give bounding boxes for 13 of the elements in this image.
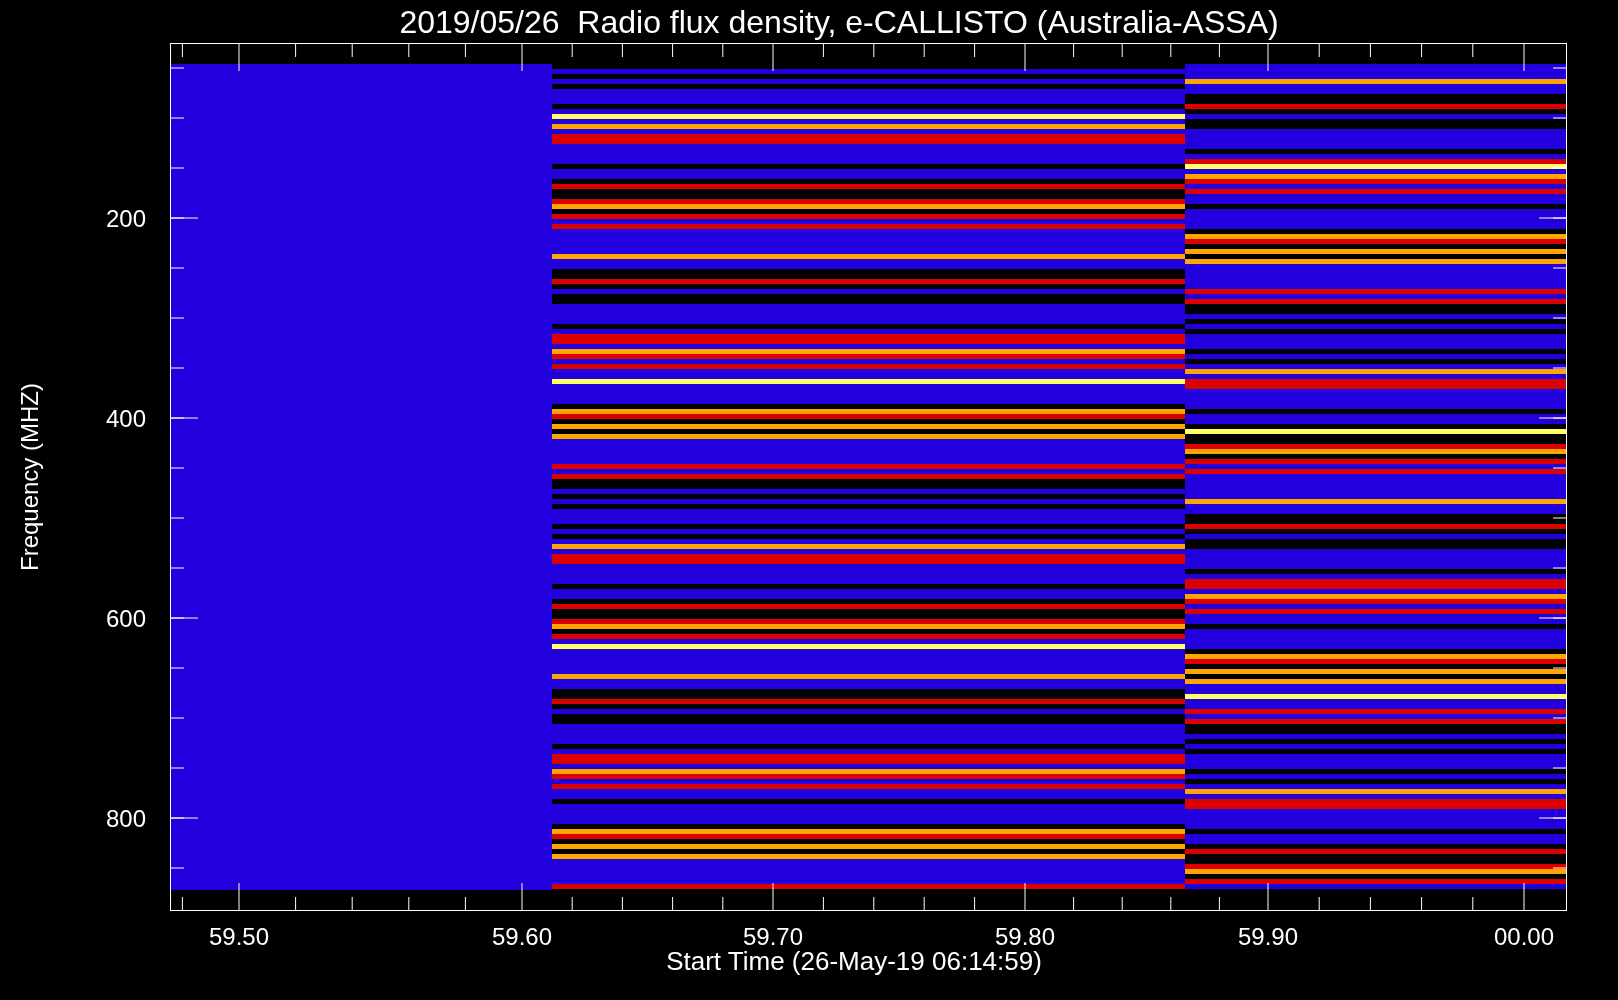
x-tick-label: 59.70 (742, 923, 804, 948)
y-tick-label: 200 (105, 205, 146, 232)
x-tick-label: 00.00 (1493, 923, 1555, 948)
y-axis-title: Frequency (MHZ) (15, 383, 44, 571)
x-tick-label: 59.60 (491, 923, 553, 948)
x-tick-label: 59.50 (208, 923, 270, 948)
x-tick-label: 59.80 (994, 923, 1056, 948)
y-tick-label: 800 (105, 805, 146, 832)
chart-title: 2019/05/26 Radio flux density, e-CALLISTO (Australia-ASSA) (399, 5, 1279, 38)
x-axis-title: Start Time (26-May-19 06:14:59) (666, 948, 1042, 974)
y-tick-label: 400 (105, 405, 146, 432)
y-tick-label: 600 (105, 605, 146, 632)
x-tick-label: 59.90 (1237, 923, 1299, 948)
